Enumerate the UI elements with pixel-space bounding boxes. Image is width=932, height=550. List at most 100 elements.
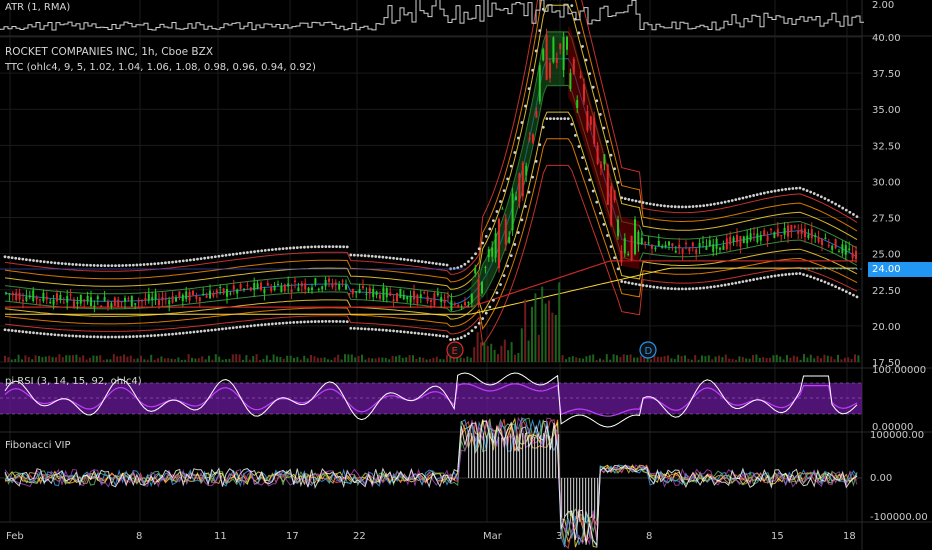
envelope-dot-upper bbox=[24, 258, 28, 262]
volume-bar bbox=[177, 357, 180, 362]
chart-canvas[interactable]: 40.0037.5035.0032.5030.0027.5025.0022.50… bbox=[0, 0, 932, 550]
volume-bar bbox=[446, 354, 448, 362]
envelope-dot-lower bbox=[395, 329, 399, 333]
envelope-dot-upper bbox=[659, 204, 663, 207]
candle-body bbox=[453, 304, 456, 306]
volume-bar bbox=[690, 359, 693, 362]
volume-bar bbox=[361, 354, 363, 362]
candle-body bbox=[678, 244, 681, 248]
envelope-dot-lower bbox=[855, 295, 859, 299]
envelope-dot-lower bbox=[452, 337, 456, 341]
envelope-dot-upper bbox=[595, 99, 599, 103]
volume-bar bbox=[701, 355, 703, 362]
envelope-dot-lower bbox=[381, 328, 385, 332]
envelope-dot-lower bbox=[798, 272, 802, 275]
envelope-dot-lower bbox=[748, 278, 752, 282]
envelope-dot-lower bbox=[702, 286, 706, 290]
envelope-dot-upper bbox=[638, 200, 641, 204]
envelope-dot-lower bbox=[67, 334, 71, 338]
fib-histogram-bar bbox=[567, 478, 569, 519]
candle-body bbox=[651, 244, 653, 249]
envelope-dot-lower bbox=[96, 335, 100, 339]
candle-body bbox=[188, 291, 191, 301]
volume-bar bbox=[119, 356, 122, 362]
volume-bar bbox=[252, 356, 255, 362]
envelope-dot-lower bbox=[780, 273, 784, 277]
candle-body bbox=[831, 245, 834, 250]
envelope-dot-lower bbox=[263, 323, 267, 326]
envelope-dot-lower bbox=[392, 329, 395, 333]
volume-bar bbox=[510, 342, 513, 362]
x-axis-label: Feb bbox=[6, 531, 24, 542]
candle-body bbox=[358, 289, 361, 293]
fib-histogram-bar bbox=[540, 435, 542, 478]
candle-body bbox=[477, 279, 480, 304]
envelope-dot-lower bbox=[691, 287, 695, 291]
fib-histogram-bar bbox=[501, 437, 503, 478]
volume-bar bbox=[78, 357, 81, 362]
volume-bar bbox=[789, 357, 792, 362]
envelope-dot-lower bbox=[117, 335, 121, 339]
volume-bar bbox=[799, 359, 802, 362]
candle-body bbox=[215, 290, 218, 294]
fib-y-tick-label: -100000.00 bbox=[870, 512, 928, 523]
envelope-dot-upper bbox=[591, 85, 595, 89]
fib-histogram-bar bbox=[570, 478, 572, 517]
fib-pane-label[interactable]: Fibonacci VIP bbox=[5, 440, 71, 451]
envelope-dot-lower bbox=[734, 281, 738, 285]
envelope-dot-lower bbox=[399, 330, 403, 333]
volume-bar bbox=[204, 359, 207, 362]
envelope-dot-lower bbox=[89, 335, 92, 339]
envelope-dot-upper bbox=[89, 263, 92, 267]
envelope-dot-lower bbox=[103, 335, 107, 339]
ttc-indicator-label[interactable]: TTC (ohlc4, 9, 5, 1.02, 1.04, 1.06, 1.08… bbox=[5, 62, 316, 73]
candle-body bbox=[838, 251, 840, 253]
envelope-dot-lower bbox=[723, 283, 727, 287]
volume-bar bbox=[558, 282, 561, 362]
volume-bar bbox=[272, 354, 275, 362]
candle-body bbox=[742, 236, 745, 244]
fib-histogram-bar bbox=[576, 478, 578, 519]
envelope-dot-upper bbox=[481, 241, 485, 245]
rsi-pane-label[interactable]: pi RSI (3, 14, 15, 92, ohlc4) bbox=[5, 376, 142, 387]
volume-bar bbox=[323, 357, 326, 362]
volume-bar bbox=[316, 357, 319, 362]
envelope-dot-lower bbox=[260, 323, 264, 327]
envelope-dot-lower bbox=[770, 275, 773, 278]
candle-body bbox=[807, 234, 810, 238]
x-axis-label: 17 bbox=[286, 531, 299, 542]
envelope-dot-upper bbox=[695, 204, 698, 208]
envelope-dot-upper bbox=[149, 262, 153, 266]
envelope-dot-upper bbox=[124, 263, 128, 267]
envelope-dot-lower bbox=[759, 276, 763, 280]
volume-bar bbox=[102, 359, 105, 362]
candle-body bbox=[178, 291, 181, 298]
envelope-dot-lower bbox=[164, 333, 167, 337]
candle-body bbox=[181, 294, 184, 302]
envelope-dot-upper bbox=[759, 192, 763, 196]
candle-body bbox=[134, 303, 137, 305]
candle-body bbox=[521, 162, 524, 197]
envelope-dot-lower bbox=[306, 320, 310, 324]
volume-bar bbox=[405, 357, 408, 362]
envelope-dot-lower bbox=[106, 335, 110, 339]
candle-body bbox=[630, 235, 633, 260]
candle-body bbox=[287, 283, 290, 287]
candle-body bbox=[712, 244, 715, 252]
envelope-dot-upper bbox=[491, 219, 495, 223]
envelope-dot-lower bbox=[188, 331, 192, 334]
volume-bar bbox=[75, 354, 78, 362]
envelope-dot-upper bbox=[274, 247, 278, 251]
envelope-dot-lower bbox=[506, 264, 510, 268]
candle-body bbox=[681, 248, 684, 254]
envelope-dot-lower bbox=[228, 326, 231, 330]
volume-bar bbox=[636, 357, 639, 362]
candle-body bbox=[647, 242, 650, 244]
envelope-dot-upper bbox=[171, 260, 174, 264]
symbol-title[interactable]: ROCKET COMPANIES INC, 1h, Cboe BZX bbox=[5, 46, 213, 58]
atr-pane-label[interactable]: ATR (1, RMA) bbox=[5, 2, 70, 13]
envelope-dot-lower bbox=[545, 117, 549, 121]
candle-body bbox=[654, 247, 657, 250]
envelope-dot-lower bbox=[146, 334, 149, 338]
candle-body bbox=[270, 287, 273, 292]
